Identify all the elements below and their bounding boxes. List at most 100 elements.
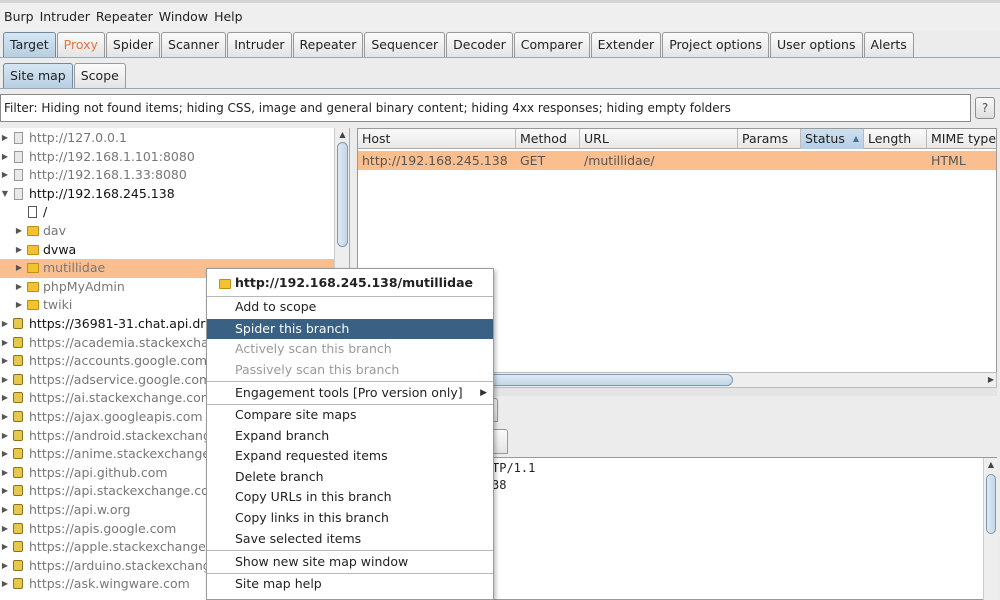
column-params[interactable]: Params [738,129,801,149]
column-length[interactable]: Length [864,129,927,149]
column-method[interactable]: Method [516,129,580,149]
tab-sequencer[interactable]: Sequencer [364,32,446,57]
request-scrollbar[interactable]: ▲ [983,458,997,600]
tab-decoder[interactable]: Decoder [446,32,513,57]
tab-comparer[interactable]: Comparer [513,32,590,57]
expand-arrow-icon[interactable]: ▶ [14,296,24,315]
expand-arrow-icon[interactable]: ▶ [0,389,10,408]
filter-bar[interactable]: Filter: Hiding not found items; hiding C… [0,94,971,122]
tree-node[interactable]: / [0,203,334,222]
menu-copy-links[interactable]: Copy links in this branch [207,508,493,529]
tab-spider[interactable]: Spider [105,32,161,57]
tab-scope[interactable]: Scope [73,63,126,88]
menu-compare-site-maps[interactable]: Compare site maps [207,405,493,426]
tree-node[interactable]: ▶ http://192.168.1.101:8080 [0,148,334,167]
scroll-up-arrow-icon[interactable]: ▲ [335,128,349,142]
menu-expand-branch[interactable]: Expand branch [207,426,493,447]
scrollbar-thumb[interactable] [488,374,733,386]
expand-arrow-icon[interactable]: ▶ [0,408,10,427]
expand-arrow-icon[interactable]: ▶ [0,501,10,520]
tree-node[interactable]: ▼ http://192.168.245.138 [0,185,334,204]
expand-arrow-icon[interactable]: ▶ [0,427,10,446]
expand-arrow-icon[interactable]: ▶ [14,278,24,297]
expand-arrow-icon[interactable]: ▶ [0,464,10,483]
menu-burp[interactable]: Burp [4,9,34,24]
tab-scanner[interactable]: Scanner [161,32,227,57]
menu-repeater[interactable]: Repeater [96,9,153,24]
help-button[interactable]: ? [975,97,995,119]
tab-target[interactable]: Target [3,32,56,57]
expand-arrow-icon[interactable]: ▶ [0,482,10,501]
column-url[interactable]: URL [580,129,738,149]
column-mime-type[interactable]: MIME type [927,129,996,149]
column-status[interactable]: Status ▲ [801,129,864,149]
tab-project-options[interactable]: Project options [662,32,769,57]
expand-arrow-icon[interactable]: ▶ [0,334,10,353]
cell-host: http://192.168.245.138 [362,153,508,168]
lock-icon [13,541,23,553]
menu-help[interactable]: Help [214,9,243,24]
expand-arrow-icon[interactable]: ▶ [0,371,10,390]
menu-expand-requested-items[interactable]: Expand requested items [207,446,493,467]
expand-arrow-icon[interactable]: ▶ [0,575,10,594]
scroll-up-arrow-icon[interactable]: ▲ [984,458,998,472]
page-icon [14,132,23,144]
menu-site-map-help[interactable]: Site map help [207,574,493,595]
menu-intruder[interactable]: Intruder [40,9,90,24]
tab-extender[interactable]: Extender [590,32,662,57]
folder-icon [27,300,39,311]
menu-window[interactable]: Window [159,9,208,24]
file-icon [28,206,37,219]
tree-node[interactable]: ▶ http://192.168.1.33:8080 [0,166,334,185]
expand-arrow-icon[interactable]: ▶ [14,241,24,260]
menu-show-new-site-map-window[interactable]: Show new site map window [207,552,493,573]
request-line: TP/1.1 [492,461,536,475]
cell-params [738,151,801,170]
expand-arrow-icon[interactable]: ▶ [0,520,10,539]
folder-icon [27,226,39,236]
tree-node[interactable]: ▶ dvwa [0,241,334,260]
tree-node[interactable]: ▶ http://127.0.0.1 [0,129,334,148]
scrollbar-thumb[interactable] [337,142,348,247]
lock-icon [13,466,23,478]
cell-url: /mutillidae/ [584,153,655,168]
expand-arrow-icon[interactable]: ▶ [14,222,24,241]
menu-spider-this-branch[interactable]: Spider this branch [207,318,493,340]
lock-icon [13,336,23,348]
sub-tab-bar: Site map Scope [0,62,1000,89]
menu-save-selected-items[interactable]: Save selected items [207,529,493,550]
tree-node[interactable]: ▶ dav [0,222,334,241]
tab-site-map[interactable]: Site map [3,63,73,88]
expand-arrow-icon[interactable]: ▶ [0,445,10,464]
folder-icon [27,281,39,292]
collapse-arrow-icon[interactable]: ▼ [0,185,10,204]
lock-icon [13,373,23,385]
menu-copy-urls[interactable]: Copy URLs in this branch [207,487,493,508]
submenu-arrow-icon: ▶ [480,387,487,398]
folder-icon [27,244,39,255]
scroll-right-arrow-icon[interactable]: ▶ [988,373,994,387]
table-row[interactable]: http://192.168.245.138 GET /mutillidae/ … [358,151,996,170]
expand-arrow-icon[interactable]: ▶ [0,538,10,557]
expand-arrow-icon[interactable]: ▶ [0,352,10,371]
context-menu: http://192.168.245.138/mutillidae Add to… [206,268,494,600]
expand-arrow-icon[interactable]: ▶ [0,148,10,167]
context-menu-header: http://192.168.245.138/mutillidae [207,269,493,296]
expand-arrow-icon[interactable]: ▶ [0,315,10,334]
column-host[interactable]: Host [358,129,516,149]
page-icon [14,150,23,163]
expand-arrow-icon[interactable]: ▶ [0,557,10,576]
expand-arrow-icon[interactable]: ▶ [14,259,24,278]
tab-proxy[interactable]: Proxy [56,32,105,57]
menu-delete-branch[interactable]: Delete branch [207,467,493,488]
tab-alerts[interactable]: Alerts [863,32,914,57]
scrollbar-thumb[interactable] [986,474,996,534]
expand-arrow-icon[interactable]: ▶ [0,166,10,185]
menu-add-to-scope[interactable]: Add to scope [207,297,493,318]
tab-intruder[interactable]: Intruder [227,32,292,57]
menu-engagement-tools[interactable]: Engagement tools [Pro version only] ▶ [207,383,493,404]
tab-user-options[interactable]: User options [769,32,863,57]
expand-arrow-icon[interactable]: ▶ [0,129,10,148]
main-tab-bar: Target Proxy Spider Scanner Intruder Rep… [0,30,1000,58]
tab-repeater[interactable]: Repeater [292,32,364,57]
